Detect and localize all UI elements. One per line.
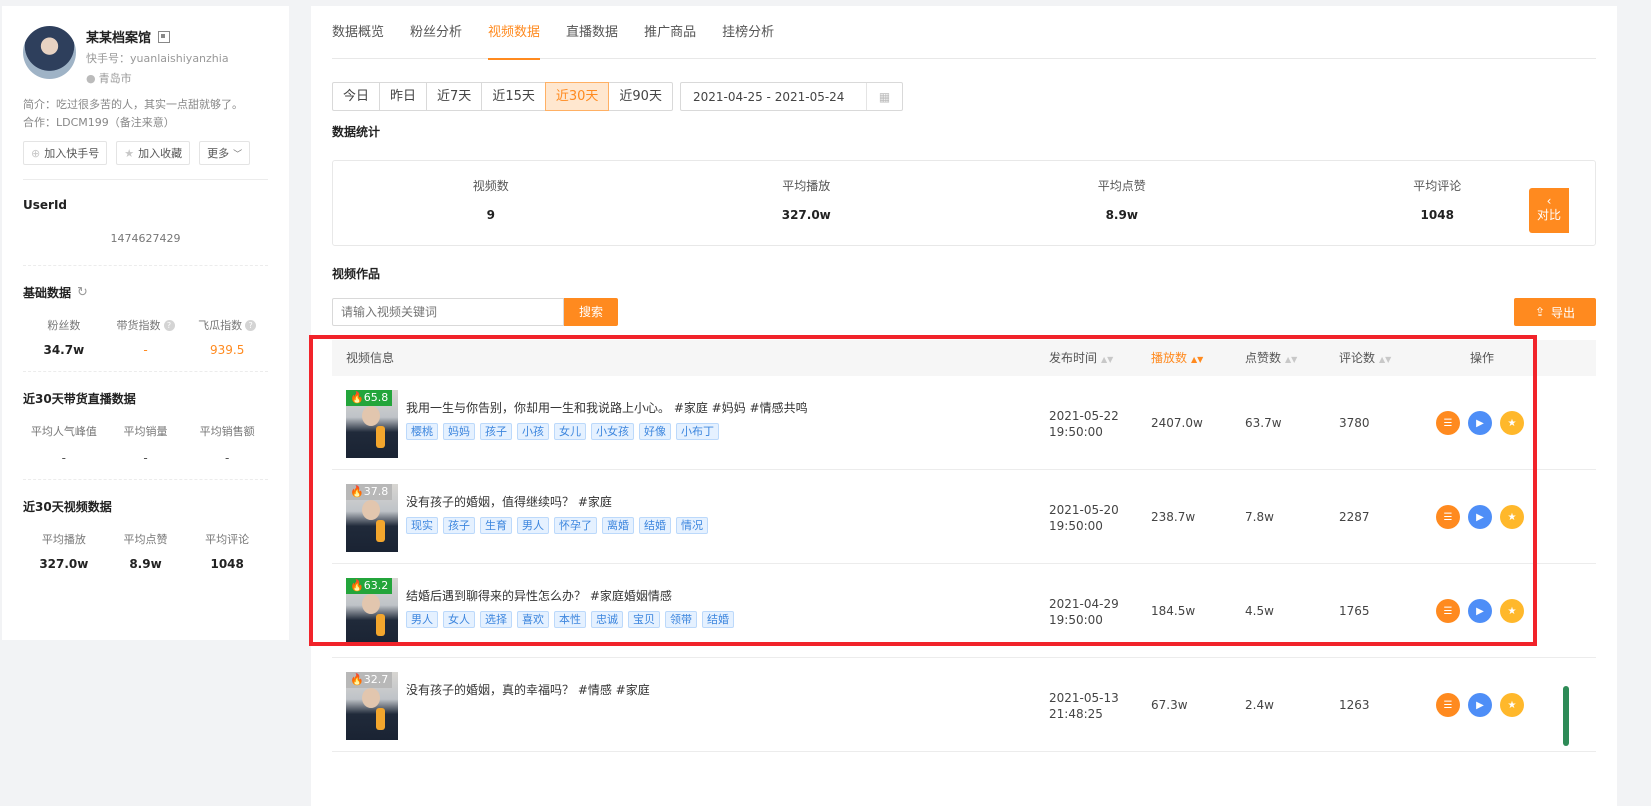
- tab-fans[interactable]: 粉丝分析: [410, 6, 462, 59]
- range-15days[interactable]: 近15天: [481, 82, 546, 111]
- divider: [23, 479, 268, 480]
- profile-panel: 某某档案馆 快手号：yuanlaishiyanzhia ● 青岛市 简介：吃过很多…: [2, 6, 289, 640]
- play-count: 67.3w: [1151, 698, 1188, 712]
- highlight-box: [309, 335, 1537, 646]
- add-favorite-button[interactable]: ★ 加入收藏: [116, 141, 191, 165]
- range-30days[interactable]: 近30天: [544, 82, 610, 111]
- range-7days[interactable]: 近7天: [426, 82, 483, 111]
- help-icon[interactable]: ?: [163, 319, 175, 331]
- live30-stats: 平均人气峰值 - 平均销量 - 平均销售额 -: [30, 425, 255, 465]
- scrollbar-handle[interactable]: [1563, 686, 1569, 746]
- tab-bar: 数据概览 粉丝分析 视频数据 直播数据 推广商品 挂榜分析: [332, 6, 1596, 60]
- chevron-down-icon: ﹀: [233, 149, 243, 160]
- star-icon[interactable]: ★: [1500, 693, 1524, 717]
- publish-time: 2021-05-13 21:48:25: [1049, 691, 1119, 721]
- help-icon[interactable]: ?: [245, 319, 257, 331]
- date-range-buttons: 今日 昨日 近7天 近15天 近30天 近90天: [332, 82, 673, 111]
- tab-live[interactable]: 直播数据: [566, 6, 618, 59]
- userid-label: UserId: [23, 198, 67, 212]
- divider: [23, 371, 268, 372]
- range-90days[interactable]: 近90天: [608, 82, 673, 111]
- add-kuaishou-button[interactable]: ⊕ 加入快手号: [23, 141, 108, 165]
- video30-stats: 平均播放 327.0w 平均点赞 8.9w 平均评论 1048: [39, 533, 250, 571]
- refresh-icon[interactable]: ↻: [77, 285, 88, 300]
- summary-stats: 视频数 9 平均播放 327.0w 平均点赞 8.9w 平均评论 1048: [332, 160, 1596, 246]
- plus-circle-icon: ⊕: [31, 146, 41, 160]
- date-range-text: 2021-04-25 - 2021-05-24: [693, 89, 845, 104]
- works-title: 视频作品: [332, 267, 381, 281]
- basic-data-title: 基础数据: [23, 286, 72, 300]
- location-pin-icon: ●: [86, 72, 96, 85]
- date-picker[interactable]: 2021-04-25 - 2021-05-24 ▦: [680, 82, 903, 111]
- qr-code-icon[interactable]: [158, 30, 171, 43]
- star-icon: ★: [124, 146, 135, 160]
- basic-stats: 粉丝数 34.7w 带货指数? - 飞瓜指数? 939.5: [23, 317, 268, 357]
- kuaishou-id: 快手号：yuanlaishiyanzhia: [86, 52, 229, 65]
- tab-ranking[interactable]: 挂榜分析: [722, 6, 774, 59]
- row-actions: ☰ ▶ ★: [1436, 693, 1524, 717]
- profile-name: 某某档案馆: [86, 31, 152, 46]
- profile-header: 某某档案馆 快手号：yuanlaishiyanzhia ● 青岛市: [23, 26, 268, 86]
- profile-city: 青岛市: [98, 72, 132, 85]
- calendar-icon[interactable]: ▦: [866, 83, 902, 110]
- detail-list-icon[interactable]: ☰: [1436, 693, 1460, 717]
- tab-overview[interactable]: 数据概览: [332, 6, 384, 59]
- divider: [23, 265, 268, 266]
- search-bar: 搜索: [332, 298, 618, 326]
- score-badge: 🔥32.7: [346, 672, 393, 688]
- tab-video[interactable]: 视频数据: [488, 6, 541, 60]
- profile-info: 某某档案馆 快手号：yuanlaishiyanzhia ● 青岛市: [86, 26, 229, 86]
- live30-title: 近30天带货直播数据: [23, 392, 136, 406]
- search-input[interactable]: [332, 298, 564, 326]
- video-thumbnail[interactable]: 🔥32.7: [346, 672, 398, 740]
- video-title[interactable]: 没有孩子的婚姻，真的幸福吗？ #情感 #家庭: [406, 681, 650, 698]
- table-row[interactable]: 🔥32.7 没有孩子的婚姻，真的幸福吗？ #情感 #家庭 2021-05-13 2…: [332, 658, 1596, 752]
- chevron-left-icon: ‹: [1546, 194, 1552, 208]
- comment-count: 1263: [1339, 698, 1370, 712]
- profile-bio: 简介：吃过很多苦的人，其实一点甜就够了。 合作：LDCM199（备注来意）: [23, 98, 243, 129]
- profile-actions: ⊕ 加入快手号 ★ 加入收藏 更多 ﹀: [23, 141, 268, 165]
- like-count: 2.4w: [1245, 698, 1274, 712]
- userid-value: 1474627429: [110, 232, 181, 245]
- play-icon[interactable]: ▶: [1468, 693, 1492, 717]
- compare-button[interactable]: ‹ 对比: [1529, 188, 1569, 233]
- divider: [23, 179, 268, 180]
- search-button[interactable]: 搜索: [564, 298, 618, 326]
- range-yesterday[interactable]: 昨日: [379, 82, 428, 111]
- export-button[interactable]: ⇪ 导出: [1514, 298, 1596, 326]
- export-icon: ⇪: [1534, 305, 1546, 319]
- tab-goods[interactable]: 推广商品: [644, 6, 696, 59]
- more-button[interactable]: 更多 ﹀: [199, 141, 251, 165]
- video30-title: 近30天视频数据: [23, 500, 112, 514]
- stats-title: 数据统计: [332, 125, 381, 139]
- avatar[interactable]: [23, 26, 76, 79]
- range-today[interactable]: 今日: [332, 82, 381, 111]
